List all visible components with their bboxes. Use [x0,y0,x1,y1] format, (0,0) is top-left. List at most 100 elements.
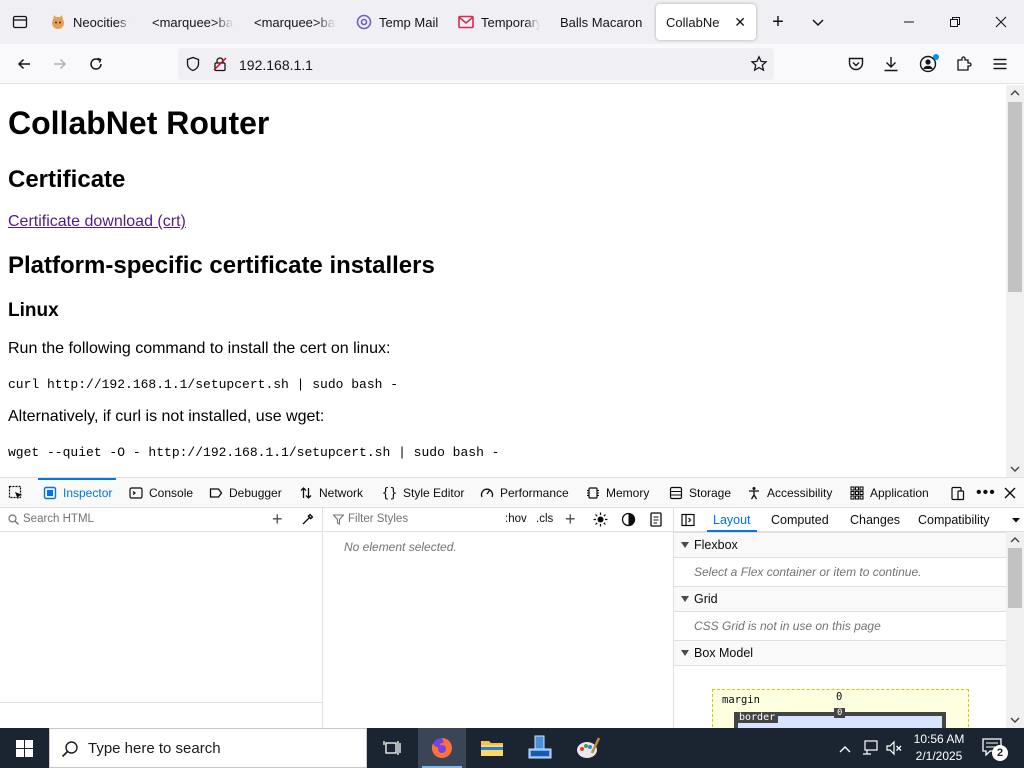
hov-toggle[interactable]: :hov [505,513,527,525]
taskbar-network-app[interactable] [516,728,564,768]
tab-computed[interactable]: Computed [771,508,829,532]
pocket-icon[interactable] [847,55,865,78]
flexbox-section-header[interactable]: Flexbox [674,532,1007,558]
hamburger-menu-icon[interactable] [991,55,1009,78]
expand-triangle-icon [681,596,689,602]
box-model-section-header[interactable]: Box Model [674,640,1007,666]
tabs-overflow-chevron-icon[interactable] [1011,517,1021,524]
tab-marquee-ball-1[interactable]: <marquee>ball [142,4,244,40]
cls-toggle[interactable]: .cls [536,513,553,525]
restore-button[interactable] [932,0,978,44]
close-devtools-button[interactable] [1004,478,1016,508]
tab-console[interactable]: Console [128,478,193,508]
add-node-plus-icon[interactable]: + [272,509,283,530]
url-text[interactable]: 192.168.1.1 [239,57,313,73]
firefox-logo-icon [431,738,452,758]
extensions-puzzle-icon[interactable] [955,55,973,78]
reload-button[interactable] [82,50,110,78]
scroll-down-arrow-icon[interactable] [1006,461,1024,477]
grid-section-header[interactable]: Grid [674,586,1007,612]
page-scrollbar[interactable] [1006,85,1024,477]
network-status-icon[interactable] [861,739,879,762]
forward-button[interactable] [46,50,74,78]
filter-styles-row: Filter Styles :hov .cls + [324,508,673,532]
cat-icon [50,14,66,30]
element-picker-button[interactable] [8,478,24,508]
tab-label: Style Editor [403,486,465,500]
dark-mode-contrast-icon[interactable] [621,512,636,527]
tab-balls-macaroni[interactable]: Balls Macaroni [550,4,652,40]
sidebar-scrollbar-thumb[interactable] [1008,548,1022,608]
tab-close-icon[interactable]: ✕ [734,14,746,31]
minimize-button[interactable] [886,0,932,44]
tab-neocities[interactable]: Neocities - [40,4,142,40]
search-html-input[interactable]: Search HTML [23,513,94,525]
download-icon[interactable] [882,55,900,78]
tab-debugger[interactable]: Debugger [208,478,282,508]
close-icon [995,16,1007,28]
action-center-button[interactable]: 2 [978,736,1018,761]
taskbar-firefox[interactable] [418,728,466,768]
bookmark-star-icon[interactable] [750,55,768,78]
scroll-up-arrow-icon[interactable] [1006,85,1024,101]
tab-label: Console [149,486,194,500]
tab-temp-mail[interactable]: Temp Mail [346,4,448,40]
scroll-up-arrow-icon[interactable] [1010,536,1020,544]
tab-style-editor[interactable]: {} Style Editor [382,478,465,508]
start-button[interactable] [0,728,48,768]
memory-chip-icon [585,486,600,501]
server-computer-icon [528,735,552,759]
sidebar-scrollbar[interactable] [1006,532,1024,728]
tab-layout[interactable]: Layout [707,508,756,532]
list-all-tabs-button[interactable] [800,4,836,40]
tab-performance[interactable]: Performance [479,478,569,508]
tab-title: Temporary [481,14,540,30]
tab-temporary[interactable]: Temporary [448,4,550,40]
show-hidden-icons-chevron-icon[interactable] [838,741,852,759]
eyedropper-icon[interactable] [301,513,314,526]
scrollbar-thumb[interactable] [1008,102,1022,292]
notification-dot [933,54,939,60]
shield-icon[interactable] [185,56,201,77]
tab-marquee-ball-2[interactable]: <marquee>ball [244,4,346,40]
add-rule-plus-icon[interactable]: + [565,509,576,530]
devtools-more-menu-icon[interactable]: ••• [976,478,996,508]
responsive-design-button[interactable] [950,478,965,508]
system-clock[interactable]: 10:56 AM 2/1/2025 [906,731,972,765]
taskbar-file-explorer[interactable] [468,728,516,768]
tab-collabnet[interactable]: CollabNet ✕ [656,4,756,40]
taskbar-search-box[interactable]: Type here to search [49,728,367,768]
new-tab-button[interactable]: + [760,4,796,40]
taskbar-paint-app[interactable] [564,728,612,768]
print-media-document-icon[interactable] [649,512,663,527]
minimize-icon [904,21,914,23]
tab-title: <marquee>ball [254,14,336,30]
storage-icon [668,486,683,501]
firefox-view-button[interactable] [0,0,40,44]
tab-network[interactable]: Network [298,478,363,508]
insecure-lock-icon[interactable] [212,56,228,77]
tab-storage[interactable]: Storage [668,478,731,508]
certificate-download-link[interactable]: Certificate download (crt) [8,213,186,230]
light-mode-sun-icon[interactable] [593,512,608,527]
tab-application[interactable]: Application [849,478,929,508]
tab-accessibility[interactable]: Accessibility [746,478,832,508]
close-window-button[interactable] [978,0,1024,44]
grid-message: CSS Grid is not in use on this page [694,619,881,633]
tab-label: Accessibility [767,486,833,500]
tab-inspector[interactable]: Inspector [37,478,117,508]
firefox-view-icon [12,15,28,29]
scroll-down-arrow-icon[interactable] [1010,716,1020,724]
tab-compatibility[interactable]: Compatibility [918,508,990,532]
filter-styles-input[interactable]: Filter Styles [348,513,408,525]
volume-muted-icon[interactable] [885,739,903,762]
task-view-button[interactable] [368,728,416,768]
border-top-value[interactable]: 0 [834,708,846,718]
tab-changes[interactable]: Changes [850,508,900,532]
tab-title: Balls Macaroni [560,14,642,30]
back-button[interactable] [10,50,38,78]
tab-memory[interactable]: Memory [585,478,649,508]
toggle-sidebar-icon[interactable] [681,513,695,527]
margin-top-value[interactable]: 0 [836,691,842,703]
account-avatar-icon[interactable] [919,54,939,78]
